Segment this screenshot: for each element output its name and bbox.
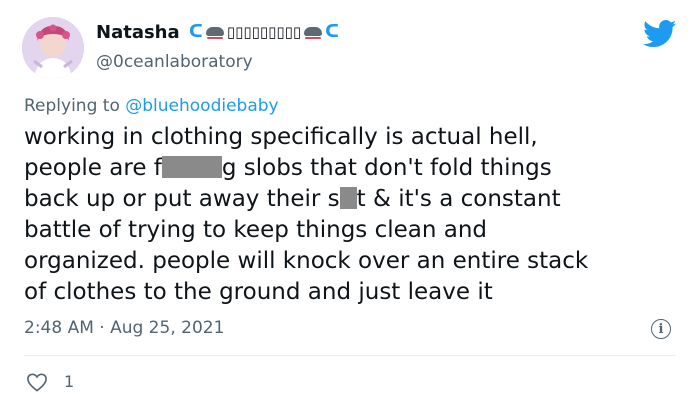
body-line: organized. people will knock over an ent… — [24, 248, 589, 274]
divider — [24, 355, 676, 356]
body-line: of clothes to the ground and just leave … — [24, 279, 493, 305]
twitter-bird-icon[interactable] — [643, 20, 677, 48]
wave-emoji-icon: ᑕ — [325, 22, 340, 42]
info-icon[interactable]: i — [651, 319, 671, 339]
name-emoji-decoration: ᑕ ▯▯▯▯▯▯▯▯▯ ᑕ — [189, 22, 339, 42]
reply-to-link[interactable]: @bluehoodiebaby — [125, 96, 278, 116]
user-handle[interactable]: @0ceanlaboratory — [96, 52, 253, 72]
body-line: battle of trying to keep things clean an… — [24, 217, 488, 243]
avatar[interactable] — [22, 17, 84, 79]
body-line: g slobs that don't fold things — [221, 155, 552, 181]
display-name[interactable]: Natasha — [96, 22, 180, 43]
wave-emoji-icon: ᑕ — [189, 22, 203, 42]
censor-block — [339, 187, 357, 209]
tweet-body: working in clothing specifically is actu… — [24, 122, 674, 308]
reply-prefix: Replying to — [24, 96, 120, 116]
body-line: t & it's a constant — [356, 186, 561, 212]
body-line: people are f — [24, 155, 162, 181]
reply-context: Replying to @bluehoodiebaby — [24, 96, 279, 116]
cloud-emoji-icon — [304, 25, 323, 39]
censor-block — [161, 156, 222, 178]
cloud-emoji-icon — [205, 25, 224, 39]
heart-icon[interactable] — [26, 372, 48, 392]
unrendered-glyphs: ▯▯▯▯▯▯▯▯▯ — [226, 23, 302, 41]
body-line: working in clothing specifically is actu… — [24, 124, 538, 150]
like-count: 1 — [64, 372, 75, 391]
tweet-timestamp[interactable]: 2:48 AM · Aug 25, 2021 — [24, 318, 224, 338]
body-line: back up or put away their s — [24, 186, 340, 212]
